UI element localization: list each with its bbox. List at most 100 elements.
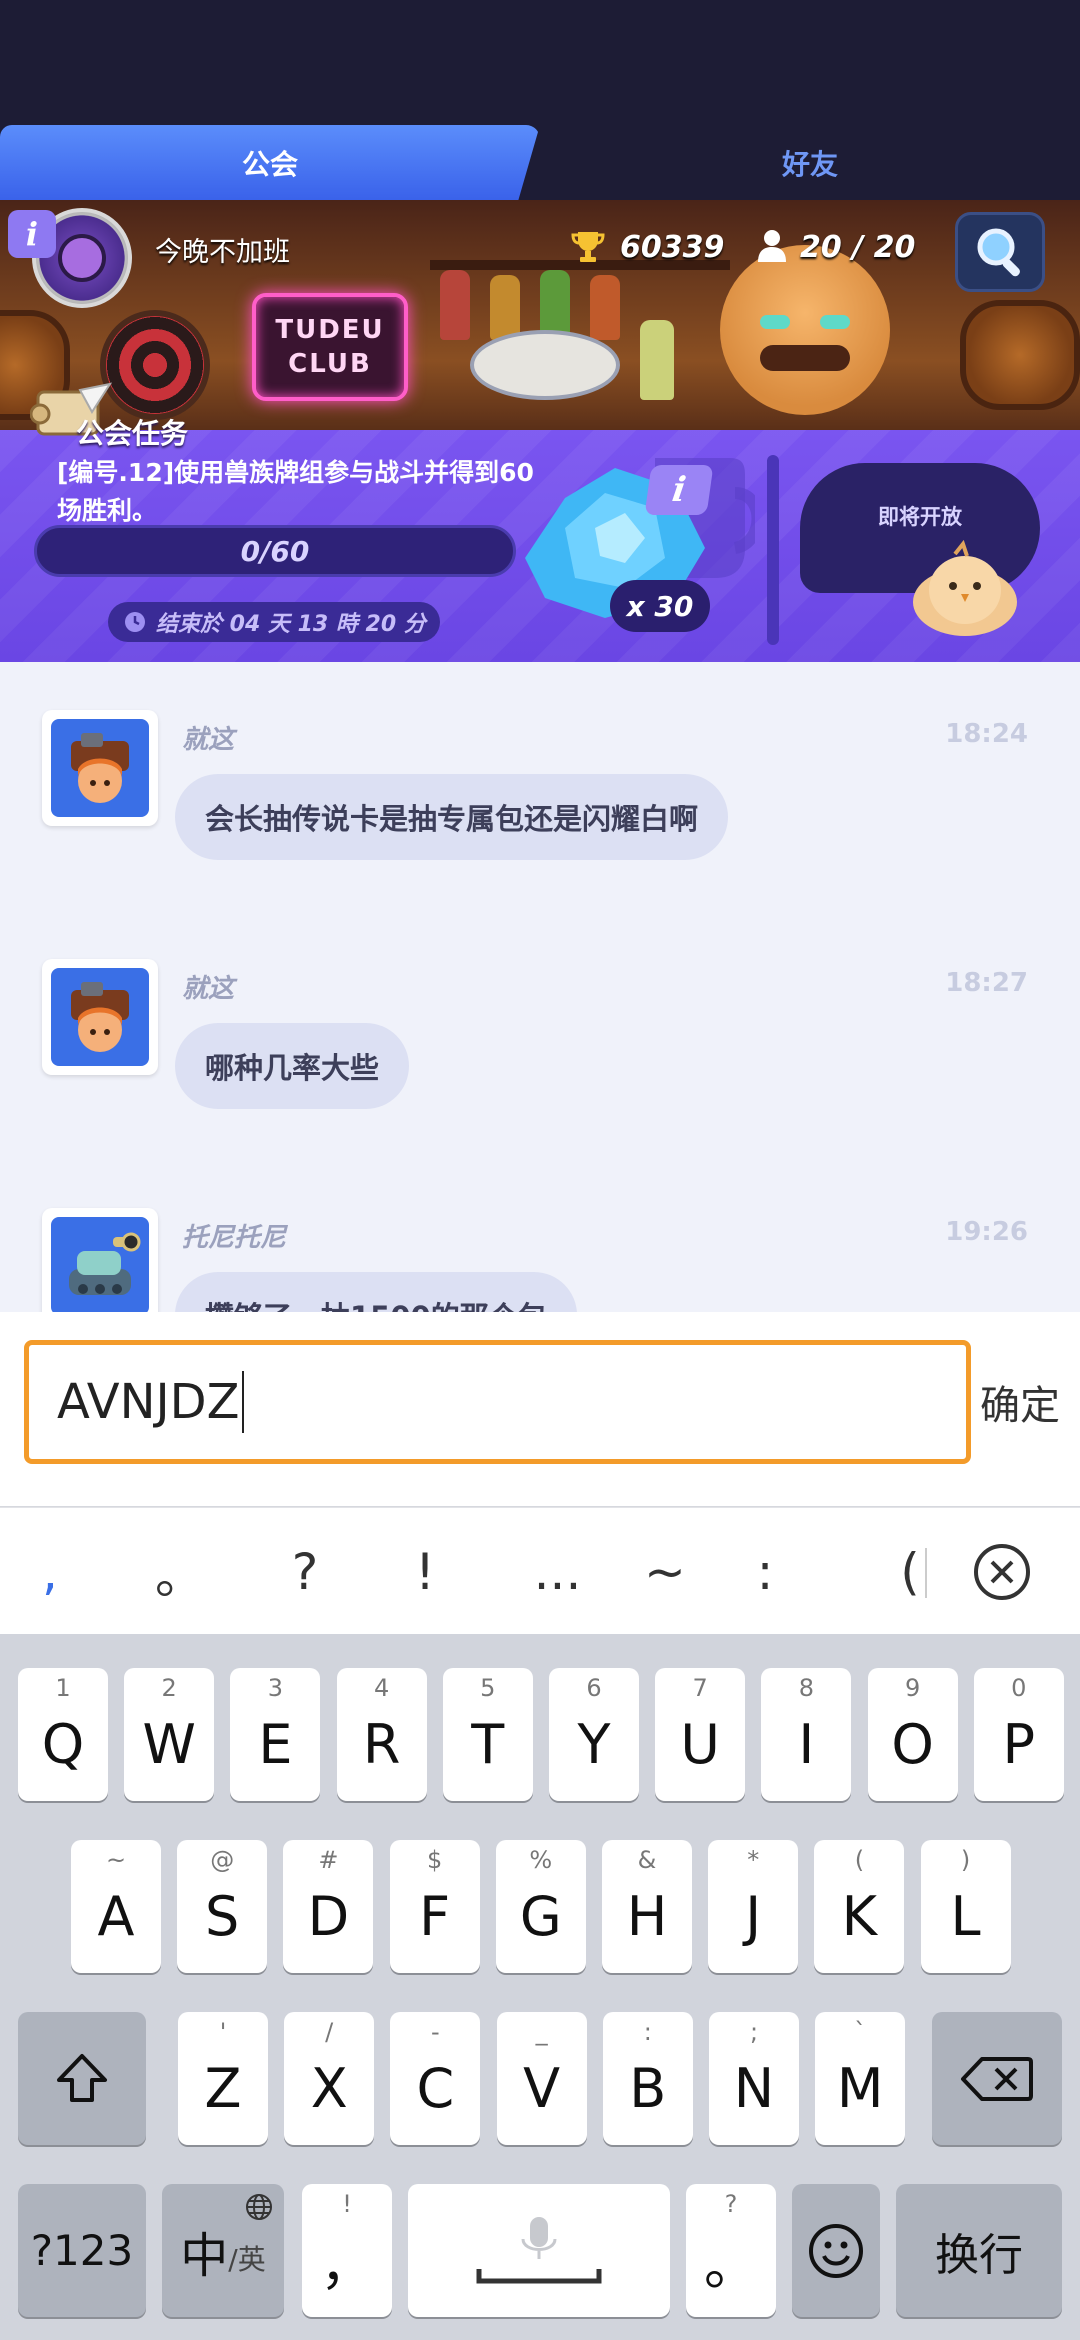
tab-friends[interactable]: 好友 bbox=[540, 125, 1080, 200]
barrel bbox=[960, 300, 1080, 410]
key-label: U bbox=[680, 1713, 720, 1776]
emblem-face bbox=[58, 234, 106, 282]
key-r[interactable]: 4R bbox=[336, 1668, 427, 1801]
period-key[interactable]: ? 。 bbox=[686, 2184, 776, 2317]
avatar[interactable] bbox=[42, 1208, 158, 1312]
clear-icon[interactable] bbox=[968, 1538, 1036, 1606]
quest-timer-text: 结束於 04 天 13 時 20 分 bbox=[156, 612, 426, 637]
key-a[interactable]: ~ A bbox=[71, 1840, 161, 1973]
key-n[interactable]: ; N bbox=[709, 2012, 799, 2145]
language-key[interactable]: 中/英 bbox=[162, 2184, 284, 2317]
avatar[interactable] bbox=[42, 959, 158, 1075]
key-f[interactable]: $ F bbox=[389, 1840, 480, 1973]
punct-key-ellipsis[interactable]: ... bbox=[520, 1508, 595, 1635]
key-hint: 4 bbox=[373, 1674, 390, 1702]
confirm-button[interactable]: 确定 bbox=[970, 1372, 1070, 1432]
key-x[interactable]: / X bbox=[284, 2012, 375, 2145]
globe-icon bbox=[246, 2194, 272, 2220]
chat-message: 就这 18:24 会长抽传说卡是抽专属包还是闪耀白啊 bbox=[0, 662, 1080, 902]
key-s[interactable]: @ S bbox=[177, 1840, 268, 1973]
chat-input-bar: AVNJDZ 确定 bbox=[0, 1312, 1080, 1507]
quest-timer: 结束於 04 天 13 時 20 分 bbox=[108, 602, 440, 642]
key-hint: # bbox=[318, 1846, 339, 1874]
key-l[interactable]: ) L bbox=[920, 1840, 1011, 1973]
key-e[interactable]: 3E bbox=[230, 1668, 321, 1801]
punct-key-colon[interactable]: : bbox=[730, 1508, 800, 1635]
punct-key-exclaim[interactable]: ! bbox=[390, 1508, 460, 1635]
key-z[interactable]: ' Z bbox=[178, 2012, 268, 2145]
key-hint: 9 bbox=[904, 1674, 921, 1702]
trophy-icon bbox=[571, 232, 605, 262]
chat-message: 就这 18:27 哪种几率大些 bbox=[0, 911, 1080, 1151]
key-i[interactable]: 8I bbox=[761, 1668, 852, 1801]
punctuation-bar: , 。 ? ! ... ~ : ( bbox=[0, 1507, 1080, 1634]
key-y[interactable]: 6Y bbox=[549, 1668, 639, 1801]
key-hint: 2 bbox=[161, 1674, 177, 1702]
comma-key[interactable]: ! ， bbox=[302, 2184, 392, 2317]
key-p[interactable]: 0P bbox=[973, 1668, 1064, 1801]
key-hint: - bbox=[431, 2018, 440, 2046]
key-j[interactable]: * J bbox=[708, 1840, 799, 1973]
member-count: 20 / 20 bbox=[800, 230, 916, 265]
chat-text-input[interactable]: AVNJDZ bbox=[24, 1340, 971, 1464]
guild-name: 今晚不加班 bbox=[155, 237, 290, 268]
key-b[interactable]: :B bbox=[602, 2012, 693, 2145]
key-v[interactable]: _ V bbox=[496, 2012, 587, 2145]
key-label: Z bbox=[204, 2057, 242, 2120]
key-label: A bbox=[97, 1885, 135, 1948]
key-hint: : bbox=[643, 2018, 652, 2046]
message-bubble[interactable]: 会长抽传说卡是抽专属包还是闪耀白啊 bbox=[175, 774, 729, 860]
key-q[interactable]: 1Q bbox=[18, 1668, 108, 1801]
numbers-key[interactable]: ?123 bbox=[18, 2184, 146, 2317]
reward-info-button[interactable]: i bbox=[644, 465, 714, 515]
key-hint: ( bbox=[854, 1846, 865, 1874]
key-h[interactable]: & H bbox=[602, 1840, 692, 1973]
key-hint: * bbox=[747, 1846, 760, 1874]
punct-key-tilde[interactable]: ~ bbox=[630, 1508, 700, 1635]
key-u[interactable]: 7U bbox=[655, 1668, 746, 1801]
key-label: Q bbox=[41, 1713, 85, 1776]
language-key-label: 中 bbox=[180, 2227, 229, 2284]
space-key[interactable] bbox=[408, 2184, 670, 2317]
key-label: K bbox=[841, 1885, 878, 1948]
key-hint: 0 bbox=[1011, 1674, 1027, 1702]
key-label: P bbox=[1002, 1713, 1036, 1776]
emoji-key[interactable] bbox=[792, 2184, 880, 2317]
punct-key-comma[interactable]: , bbox=[20, 1508, 80, 1635]
message-bubble[interactable]: 攒够了，抽1500的那个包 bbox=[175, 1272, 577, 1312]
key-m[interactable]: ` M bbox=[815, 2012, 906, 2145]
key-w[interactable]: 2W bbox=[124, 1668, 215, 1801]
sender-name: 托尼托尼 bbox=[182, 1223, 287, 1253]
tab-guild[interactable]: 公会 bbox=[0, 125, 540, 200]
avatar[interactable] bbox=[42, 710, 158, 826]
punct-key-question[interactable]: ? bbox=[270, 1508, 340, 1635]
bottle bbox=[440, 270, 470, 340]
key-t[interactable]: 5T bbox=[442, 1668, 533, 1801]
key-label: N bbox=[733, 2057, 775, 2120]
chat-message: 托尼托尼 19:26 攒够了，抽1500的那个包 bbox=[0, 1160, 1080, 1312]
divider bbox=[767, 455, 779, 645]
punct-key-period[interactable]: 。 bbox=[145, 1508, 215, 1635]
key-o[interactable]: 9O bbox=[867, 1668, 958, 1801]
key-c[interactable]: -C bbox=[390, 2012, 481, 2145]
key-label: C bbox=[416, 2057, 455, 2120]
guild-info-button[interactable]: i bbox=[8, 210, 56, 258]
search-icon bbox=[977, 228, 1020, 277]
character-avatar-icon bbox=[71, 982, 129, 1052]
key-hint: _ bbox=[535, 2018, 548, 2046]
key-d[interactable]: # D bbox=[283, 1840, 374, 1973]
clock-icon bbox=[125, 612, 145, 632]
key-k[interactable]: (K bbox=[814, 1840, 905, 1973]
text-caret bbox=[241, 1371, 244, 1433]
message-bubble[interactable]: 哪种几率大些 bbox=[175, 1023, 410, 1109]
punct-key-paren[interactable]: ( bbox=[880, 1508, 940, 1635]
shift-key[interactable] bbox=[18, 2012, 146, 2145]
guild-quest-panel: 公会任务 [编号.12]使用兽族牌组参与战斗并得到60 场胜利。 0/60 结束… bbox=[0, 382, 1080, 662]
key-g[interactable]: % G bbox=[495, 1840, 586, 1973]
key-hint: 8 bbox=[798, 1674, 815, 1702]
backspace-key[interactable] bbox=[932, 2012, 1062, 2145]
enter-key[interactable]: 换行 bbox=[896, 2184, 1062, 2317]
search-button[interactable] bbox=[955, 212, 1045, 292]
chat-list[interactable]: 就这 18:24 会长抽传说卡是抽专属包还是闪耀白啊 就这 18:27 哪种几率… bbox=[0, 662, 1080, 1312]
quest-title: 公会任务 bbox=[76, 417, 189, 450]
